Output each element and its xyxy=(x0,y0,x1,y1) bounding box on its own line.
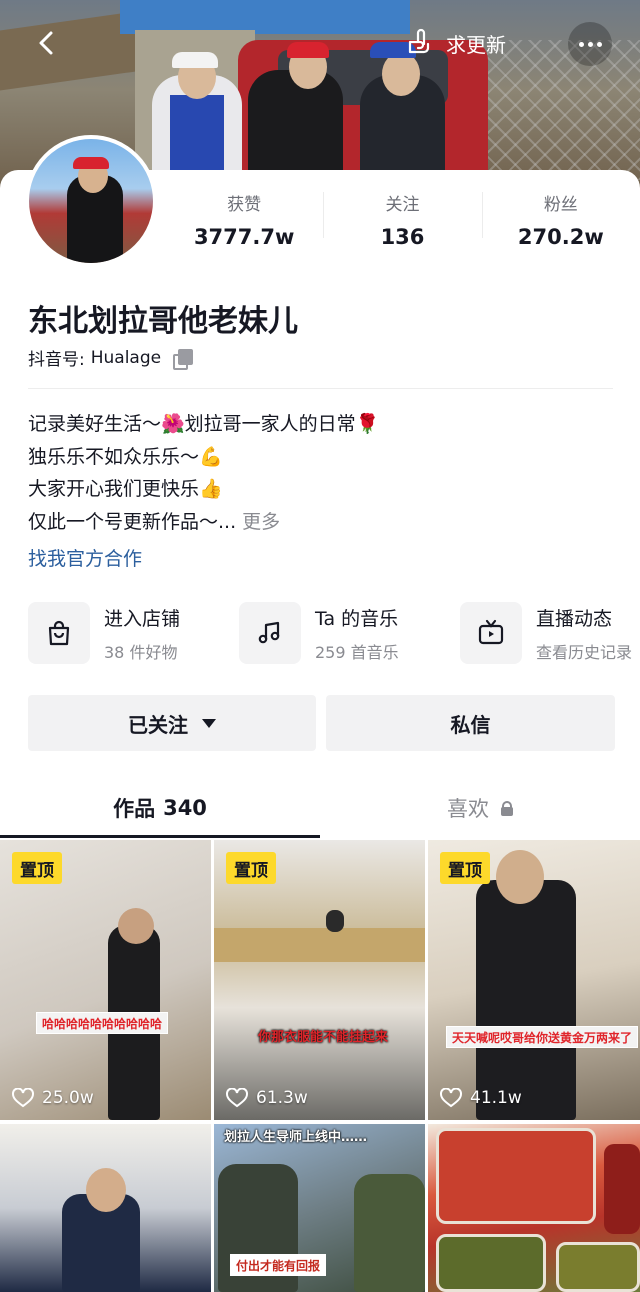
tv-icon xyxy=(478,619,504,645)
profile-stats: 获赞 3777.7w 关注 136 粉丝 270.2w xyxy=(165,186,640,256)
official-cooperation-link[interactable]: 找我官方合作 xyxy=(28,544,142,571)
shortcut-live[interactable]: 直播动态 查看历史记录 xyxy=(460,602,632,664)
video-caption: 付出才能有回报 xyxy=(230,1254,327,1276)
video-tile[interactable] xyxy=(428,1124,640,1292)
pointing-hand-icon xyxy=(408,28,430,54)
profile-bio[interactable]: 记录美好生活～🌺划拉哥一家人的日常🌹 独乐乐不如众乐乐～💪 大家开心我们更快乐👍… xyxy=(28,408,618,538)
bio-more-link[interactable]: 更多 xyxy=(242,511,280,533)
stat-value: 270.2w xyxy=(517,225,604,249)
more-dots-icon xyxy=(578,41,584,47)
request-update-button[interactable]: 求更新 xyxy=(404,26,506,60)
shortcut-title: 进入店铺 xyxy=(104,607,181,630)
shortcut-subtitle: 查看历史记录 xyxy=(536,642,633,662)
tab-works-label: 作品 xyxy=(113,797,156,821)
lock-icon xyxy=(501,801,513,816)
avatar[interactable] xyxy=(25,135,157,267)
copy-icon[interactable] xyxy=(173,348,194,370)
video-likes: 61.3w xyxy=(226,1088,308,1108)
video-tile[interactable]: 划拉人生导师上线中…… 付出才能有回报 xyxy=(214,1124,425,1292)
video-tile[interactable]: 置顶 天天喊呢哎哥给你送黄金万两来了 41.1w xyxy=(428,840,640,1120)
top-bar: 求更新 xyxy=(0,20,640,66)
message-button[interactable]: 私信 xyxy=(326,695,615,751)
shopping-bag-icon xyxy=(48,620,70,646)
following-button[interactable]: 已关注 xyxy=(28,695,316,751)
request-update-label: 求更新 xyxy=(446,32,506,57)
pinned-badge: 置顶 xyxy=(12,852,62,884)
heart-icon xyxy=(12,1088,34,1108)
shortcut-music[interactable]: Ta 的音乐 259 首音乐 xyxy=(239,602,399,664)
chevron-left-icon xyxy=(39,31,53,55)
bio-line: 大家开心我们更快乐👍 xyxy=(28,478,223,500)
video-likes-count: 25.0w xyxy=(42,1088,94,1108)
shortcut-title: Ta 的音乐 xyxy=(315,607,399,630)
music-note-icon xyxy=(258,621,280,644)
pinned-badge: 置顶 xyxy=(440,852,490,884)
video-caption: 天天喊呢哎哥给你送黄金万两来了 xyxy=(446,1026,639,1048)
video-caption: 哈哈哈哈哈哈哈哈哈哈 xyxy=(36,1012,169,1034)
shortcut-subtitle: 38 件好物 xyxy=(104,642,178,662)
tab-indicator xyxy=(0,835,320,838)
stat-value: 136 xyxy=(380,225,425,249)
heart-icon xyxy=(226,1088,248,1108)
shortcut-shop[interactable]: 进入店铺 38 件好物 xyxy=(28,602,180,664)
video-likes-count: 61.3w xyxy=(256,1088,308,1108)
message-label: 私信 xyxy=(450,712,491,737)
caret-down-icon xyxy=(202,718,216,728)
video-tile[interactable] xyxy=(0,1124,211,1292)
bio-line: 独乐乐不如众乐乐～💪 xyxy=(28,445,223,468)
following-label: 已关注 xyxy=(128,712,188,737)
video-likes: 25.0w xyxy=(12,1088,94,1108)
video-grid: 置顶 哈哈哈哈哈哈哈哈哈哈 25.0w 置顶 你那衣服能不能挂起来 61.3w … xyxy=(0,840,640,1292)
shortcut-row: 进入店铺 38 件好物 Ta 的音乐 259 首音乐 直播动态 查看历史记录 xyxy=(28,602,640,664)
divider xyxy=(28,388,613,389)
content-tabs: 作品 340 喜欢 xyxy=(0,778,640,838)
stat-followers[interactable]: 粉丝 270.2w xyxy=(481,186,640,256)
video-caption: 你那衣服能不能挂起来 xyxy=(258,1030,389,1045)
stat-label: 关注 xyxy=(385,195,420,215)
more-options-button[interactable] xyxy=(568,22,612,66)
back-button[interactable] xyxy=(30,26,64,60)
tab-likes[interactable]: 喜欢 xyxy=(320,778,640,838)
video-likes: 41.1w xyxy=(440,1088,522,1108)
tab-likes-label: 喜欢 xyxy=(447,797,489,821)
tab-works[interactable]: 作品 340 xyxy=(0,778,320,838)
video-caption-top: 划拉人生导师上线中…… xyxy=(224,1130,368,1145)
bio-line-last: 仅此一个号更新作品～... 更多 xyxy=(28,506,618,539)
profile-nickname: 东北划拉哥他老妹儿 xyxy=(28,304,298,339)
stat-value: 3777.7w xyxy=(193,225,295,249)
video-tile[interactable]: 置顶 你那衣服能不能挂起来 61.3w xyxy=(214,840,425,1120)
stat-label: 获赞 xyxy=(227,195,262,215)
pinned-badge: 置顶 xyxy=(226,852,276,884)
stat-label: 粉丝 xyxy=(543,195,578,215)
tab-works-count: 340 xyxy=(163,796,207,820)
shortcut-title: 直播动态 xyxy=(536,607,613,630)
shortcut-subtitle: 259 首音乐 xyxy=(315,642,399,662)
douyin-id-row: 抖音号: Hualage xyxy=(28,345,194,370)
stat-following[interactable]: 关注 136 xyxy=(323,186,481,256)
bio-line-text: 仅此一个号更新作品～... xyxy=(28,510,237,533)
video-likes-count: 41.1w xyxy=(470,1088,522,1108)
douyin-id-label: 抖音号: xyxy=(28,350,85,370)
video-tile[interactable]: 置顶 哈哈哈哈哈哈哈哈哈哈 25.0w xyxy=(0,840,211,1120)
douyin-id-value: Hualage xyxy=(90,347,162,368)
bio-line: 记录美好生活～🌺划拉哥一家人的日常🌹 xyxy=(28,413,380,435)
heart-icon xyxy=(440,1088,462,1108)
stat-likes-received[interactable]: 获赞 3777.7w xyxy=(165,186,323,256)
